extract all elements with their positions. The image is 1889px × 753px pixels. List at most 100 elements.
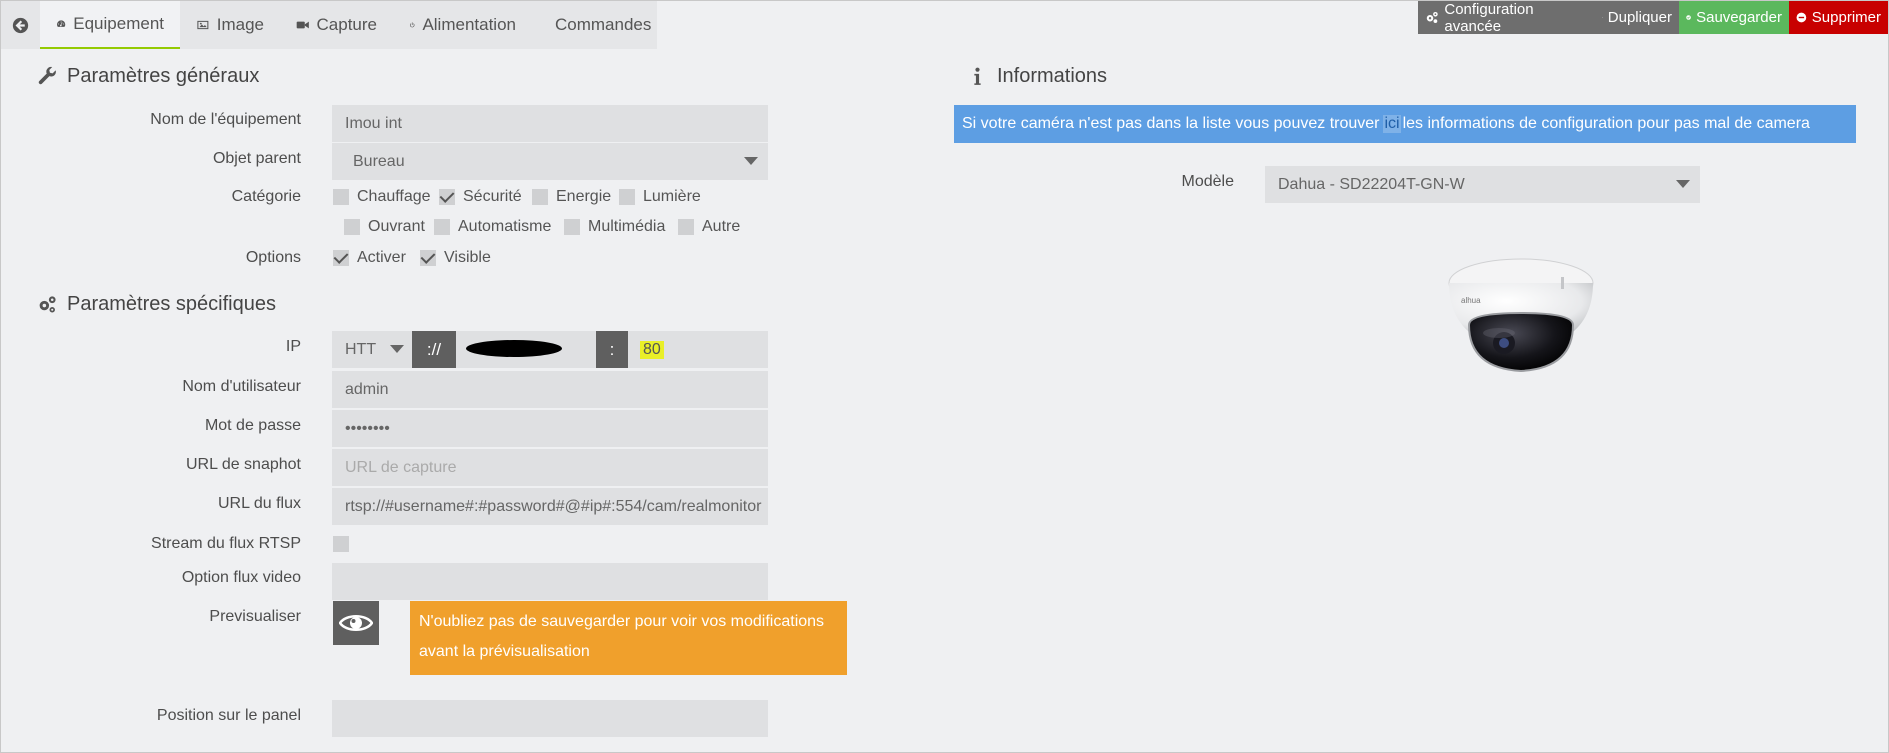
checkbox-box <box>333 189 349 205</box>
category-securite-checkbox[interactable]: Sécurité <box>439 188 522 206</box>
parent-object-label: Objet parent <box>212 150 301 167</box>
save-button[interactable]: Sauvegarder <box>1679 1 1789 34</box>
panel-position-input[interactable] <box>332 700 768 737</box>
tab-commandes[interactable]: Commandes <box>532 1 657 49</box>
protocol-select[interactable]: HTTP <box>332 331 412 368</box>
specific-section-title: Paramètres spécifiques <box>37 293 276 316</box>
picture-icon <box>197 20 209 30</box>
config-info-link[interactable]: ici <box>1383 115 1401 133</box>
tab-alimentation[interactable]: Alimentation <box>393 1 532 49</box>
category-chauffage-checkbox[interactable]: Chauffage <box>333 188 431 206</box>
delete-button[interactable]: Supprimer <box>1789 1 1888 34</box>
advanced-config-label: Configuration avancée <box>1444 0 1534 35</box>
cogs-icon <box>1426 11 1438 23</box>
protocol-separator: :// <box>412 331 456 368</box>
stream-url-label: URL du flux <box>218 495 301 512</box>
checkbox-box-checked <box>333 250 349 266</box>
info-banner: Si votre caméra n'est pas dans la liste … <box>954 105 1856 143</box>
save-label: Sauvegarder <box>1696 9 1782 26</box>
info-text-before: Si votre caméra n'est pas dans la liste … <box>962 115 1380 132</box>
video-option-input[interactable] <box>332 563 768 600</box>
duplicate-button[interactable]: Dupliquer <box>1595 1 1679 34</box>
checkbox-label: Energie <box>556 188 612 205</box>
cogs-icon <box>39 296 56 313</box>
chevron-down-icon <box>744 157 758 165</box>
protocol-value: HTTP <box>345 340 377 358</box>
duplicate-label: Dupliquer <box>1607 9 1672 26</box>
info-section-title: Informations <box>967 65 1107 88</box>
info-text-after: les informations de configuration pour p… <box>1402 115 1810 132</box>
category-ouvrant-checkbox[interactable]: Ouvrant <box>344 218 425 236</box>
camera-brand-mark: alhua <box>1461 296 1481 305</box>
checkbox-label: Lumière <box>643 188 701 205</box>
model-value: Dahua - SD22204T-GN-W <box>1278 175 1465 193</box>
rtsp-stream-label: Stream du flux RTSP <box>151 535 301 552</box>
username-label: Nom d'utilisateur <box>182 378 301 395</box>
category-label: Catégorie <box>231 188 301 205</box>
checkbox-box <box>564 219 580 235</box>
parent-object-select[interactable]: Bureau <box>332 143 768 180</box>
snapshot-url-label: URL de snaphot <box>185 456 301 473</box>
tab-label: Capture <box>316 15 377 34</box>
port-value: 80 <box>640 340 664 359</box>
equipment-name-input[interactable]: Imou int <box>332 105 768 142</box>
options-label: Options <box>245 249 301 266</box>
dome-camera-picture: alhua <box>1448 258 1594 373</box>
preview-button[interactable] <box>333 601 379 645</box>
checkbox-box-checked <box>439 189 455 205</box>
checkbox-box <box>532 189 548 205</box>
specific-title-text: Paramètres spécifiques <box>67 293 276 315</box>
advanced-config-button[interactable]: Configuration avancée <box>1418 0 1595 35</box>
port-input[interactable]: 80 <box>628 331 768 368</box>
wrench-icon <box>38 66 56 85</box>
tab-label: Commandes <box>555 15 652 34</box>
password-label: Mot de passe <box>204 417 301 434</box>
video-camera-icon <box>296 21 309 29</box>
delete-label: Supprimer <box>1811 9 1881 26</box>
tachometer-icon <box>57 20 66 27</box>
category-automatisme-checkbox[interactable]: Automatisme <box>434 218 551 236</box>
checkbox-label: Autre <box>702 218 741 235</box>
checkbox-box <box>619 189 635 205</box>
category-autre-checkbox[interactable]: Autre <box>678 218 740 236</box>
power-icon <box>409 22 415 28</box>
check-circle-icon <box>1686 15 1691 20</box>
checkbox-label: Automatisme <box>458 218 552 235</box>
arrow-circle-left-icon <box>12 17 28 33</box>
option-visible-checkbox[interactable]: Visible <box>420 249 491 267</box>
model-label: Modèle <box>1181 173 1234 190</box>
category-lumiere-checkbox[interactable]: Lumière <box>619 188 701 206</box>
tab-label: Image <box>216 15 264 34</box>
minus-circle-icon <box>1796 12 1807 23</box>
checkbox-box-checked <box>420 250 436 266</box>
option-activer-checkbox[interactable]: Activer <box>333 249 406 267</box>
stream-url-input[interactable]: rtsp://#username#:#password#@#ip#:554/ca… <box>332 488 768 525</box>
snapshot-url-input[interactable]: URL de capture <box>332 449 768 486</box>
category-multimedia-checkbox[interactable]: Multimédia <box>564 218 665 236</box>
general-section-title: Paramètres généraux <box>37 65 259 88</box>
checkbox-box <box>333 536 349 552</box>
category-energie-checkbox[interactable]: Energie <box>532 188 611 206</box>
rtsp-stream-checkbox[interactable] <box>333 536 349 552</box>
tab-image[interactable]: Image <box>180 1 280 49</box>
model-select[interactable]: Dahua - SD22204T-GN-W <box>1265 166 1700 203</box>
username-input[interactable]: admin <box>332 371 768 408</box>
checkbox-label: Ouvrant <box>368 218 425 235</box>
password-input[interactable]: •••••••• <box>332 410 768 447</box>
tab-capture[interactable]: Capture <box>280 1 393 49</box>
redacted-ip-mark <box>466 340 562 357</box>
copy-icon <box>1602 17 1603 18</box>
back-button[interactable] <box>1 1 39 49</box>
checkbox-label: Chauffage <box>357 188 431 205</box>
eye-icon <box>339 615 373 631</box>
chevron-down-icon <box>1676 180 1690 188</box>
tab-label: Equipement <box>73 14 164 33</box>
tab-equipement[interactable]: Equipement <box>40 1 180 49</box>
preview-label: Previsualiser <box>209 608 301 625</box>
general-title-text: Paramètres généraux <box>67 65 260 87</box>
parent-object-value: Bureau <box>353 152 405 170</box>
checkbox-box <box>344 219 360 235</box>
info-icon <box>974 67 981 85</box>
checkbox-label: Activer <box>357 249 406 266</box>
checkbox-label: Visible <box>444 249 491 266</box>
